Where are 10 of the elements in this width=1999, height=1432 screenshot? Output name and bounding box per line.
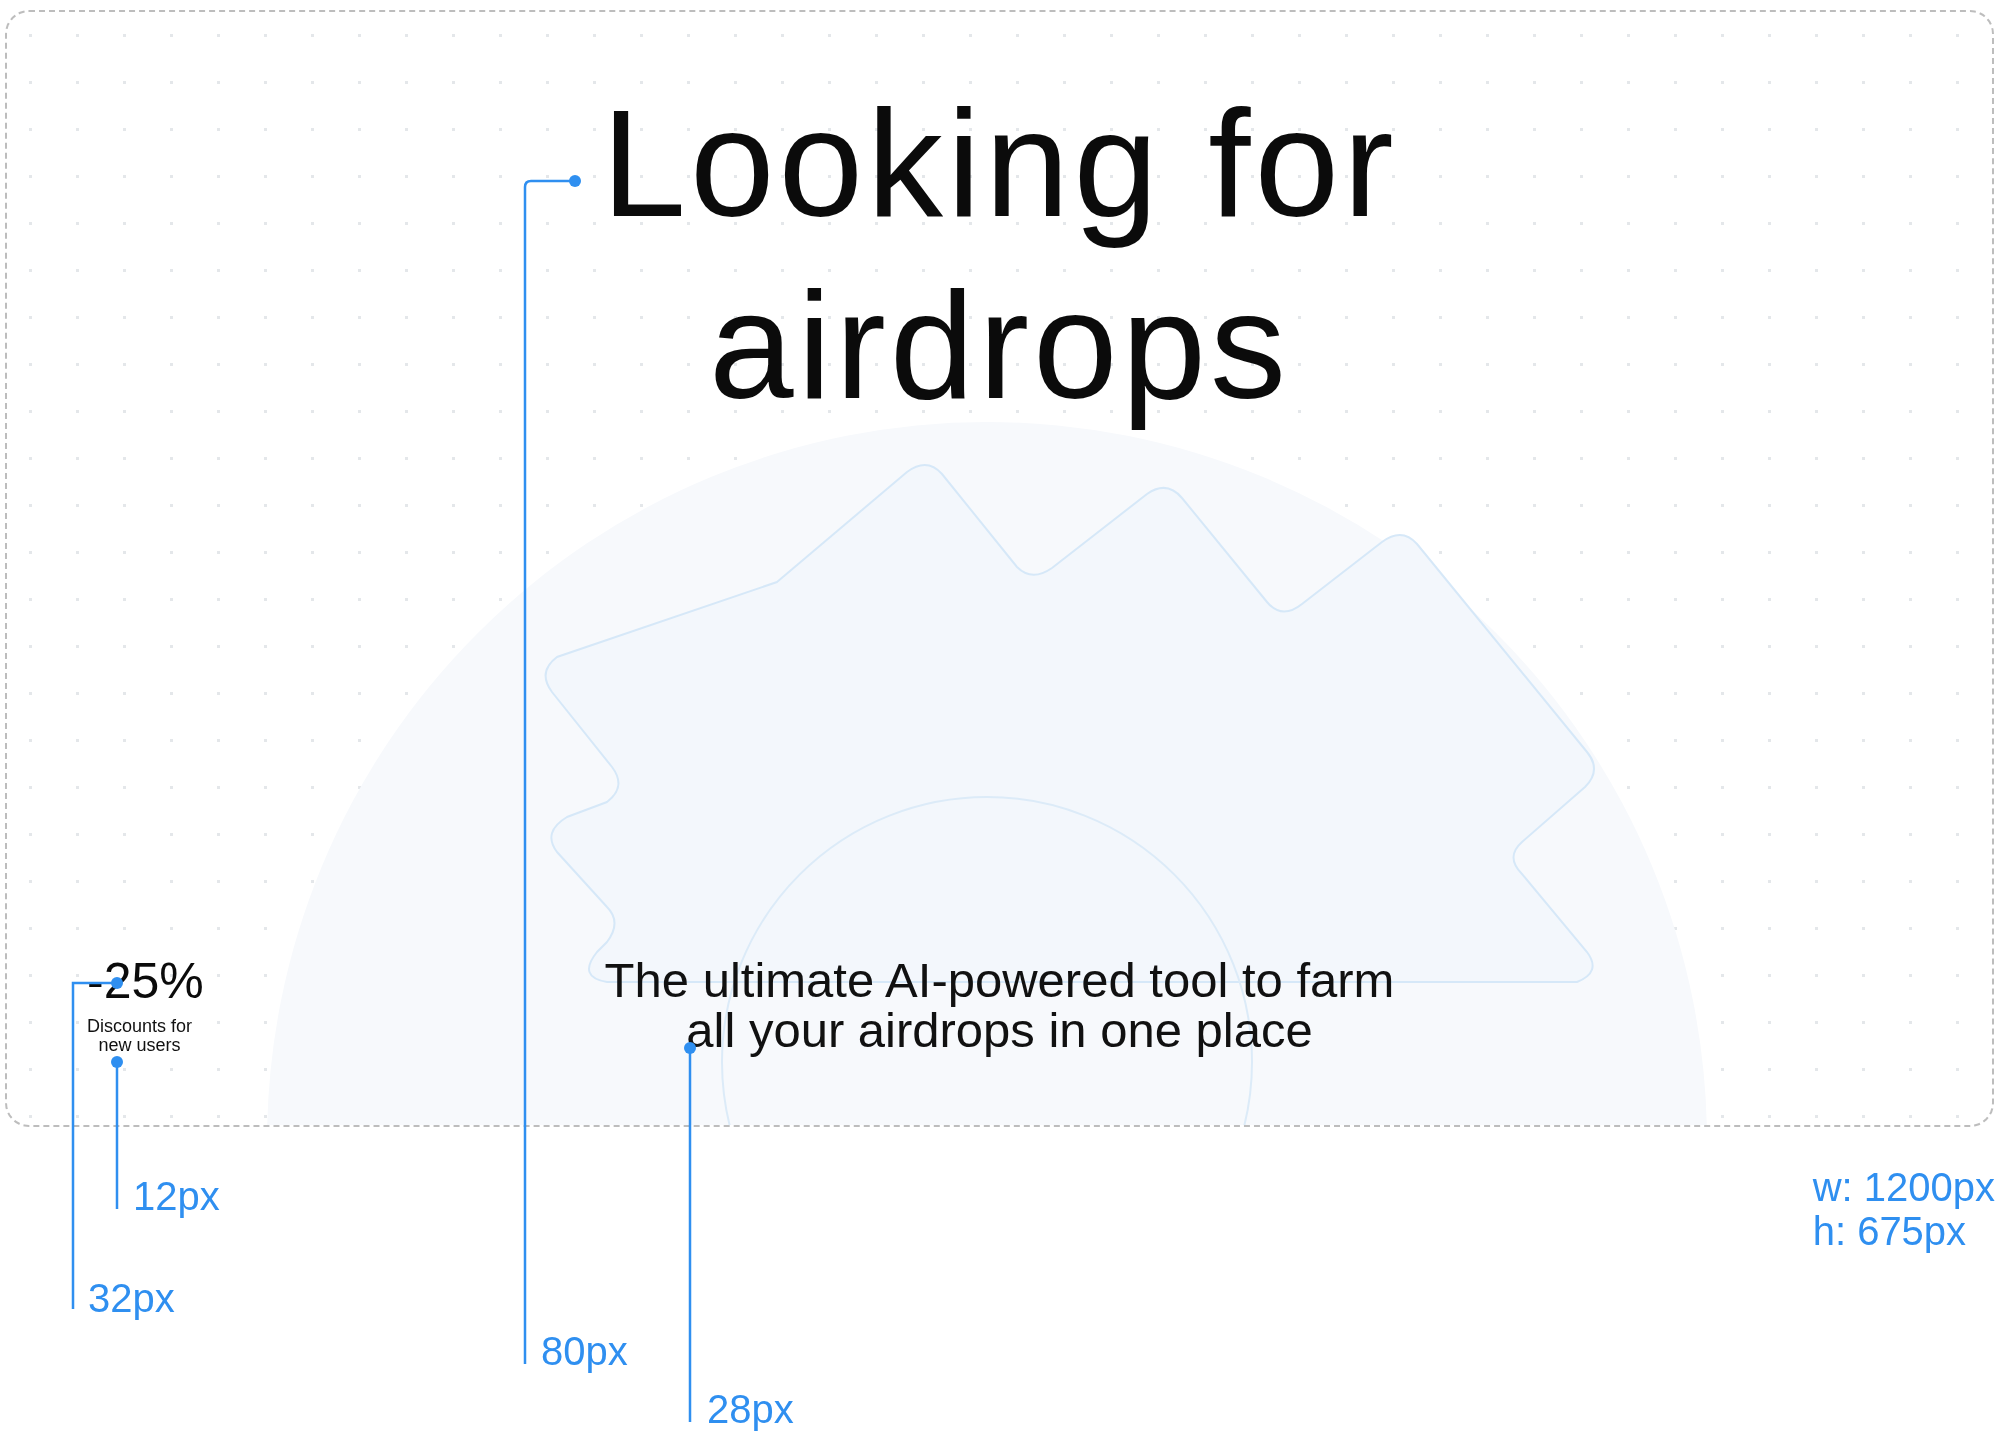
size-label: 80px xyxy=(541,1329,628,1373)
size-label: 12px xyxy=(133,1174,220,1218)
dimension-label: h: 675px xyxy=(1812,1209,1968,1253)
subtitle: The ultimate AI-powered tool to farm all your airdrops in one place xyxy=(604,955,1395,1055)
dimension-label: w: 1200px xyxy=(1812,1165,1995,1209)
discount-caption: Discounts for new users xyxy=(87,1017,193,1055)
size-label: 32px xyxy=(88,1276,175,1320)
size-label: 28px xyxy=(707,1387,794,1431)
discount-value: -25% xyxy=(87,955,204,1007)
headline: Looking for airdrops xyxy=(600,77,1399,432)
